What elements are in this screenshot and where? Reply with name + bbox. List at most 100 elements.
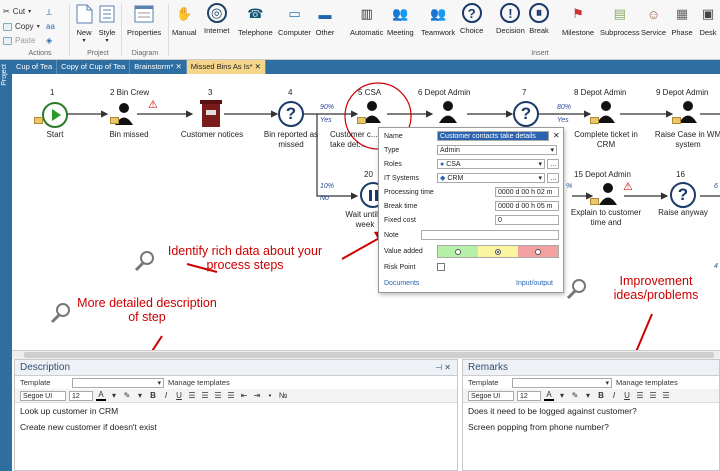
chevron-down-icon[interactable]: ▾: [583, 391, 593, 400]
insert-manual-button[interactable]: ✋ Manual: [172, 3, 197, 37]
diagram-canvas[interactable]: 1 Start 2 Bin Crew ⚠ Bin missed 3 Custom…: [12, 74, 720, 350]
start-node[interactable]: [42, 102, 68, 128]
tab-cup-of-tea[interactable]: Cup of Tea: [12, 60, 58, 74]
insert-desk-button[interactable]: ▣ Desk: [697, 3, 719, 37]
justify-icon[interactable]: ☰: [226, 391, 236, 400]
remarks-font-select[interactable]: Segoe UI: [468, 390, 514, 401]
remarks-manage-templates-link[interactable]: Manage templates: [616, 376, 678, 389]
align-left-icon[interactable]: ☰: [635, 391, 645, 400]
tab-missed-bins[interactable]: Missed Bins As Is* ✕: [186, 60, 266, 74]
description-font-select[interactable]: Segoe UI: [20, 390, 66, 401]
close-icon[interactable]: ✕: [255, 62, 261, 71]
insert-other-button[interactable]: ▬ Other: [314, 3, 336, 38]
insert-automatic-button[interactable]: ▥ Automatic: [350, 3, 383, 37]
description-line[interactable]: Look up customer in CRM: [15, 403, 457, 419]
description-size-select[interactable]: 12: [69, 390, 93, 401]
risk-point-checkbox[interactable]: [437, 263, 445, 271]
roles-select[interactable]: ● CSA ▾: [437, 159, 545, 169]
indent-decrease-icon[interactable]: ⇤: [239, 391, 249, 400]
value-added-yellow[interactable]: [478, 246, 518, 257]
insert-phase-button[interactable]: ▦ Phase: [671, 3, 693, 37]
bold-icon[interactable]: B: [596, 391, 606, 400]
close-icon[interactable]: ✕: [176, 62, 182, 71]
paste-button[interactable]: Paste: [3, 36, 35, 45]
customer-node[interactable]: [198, 98, 224, 128]
insert-service-button[interactable]: ☺ Service: [641, 3, 666, 38]
new-button[interactable]: New ▾: [73, 3, 95, 44]
insert-choice-button[interactable]: ? Choice: [460, 3, 483, 35]
remarks-line[interactable]: Screen popping from phone number?: [463, 419, 719, 435]
cut-button[interactable]: ✂ Cut ▾: [3, 7, 31, 16]
align-center-icon[interactable]: ☰: [648, 391, 658, 400]
insert-decision-button[interactable]: ! Decision: [496, 3, 525, 35]
insert-break-button[interactable]: ⏸ Break: [529, 3, 549, 35]
depot-admin-node-6[interactable]: [436, 100, 460, 124]
clear-format-button[interactable]: ◈: [46, 36, 52, 45]
remarks-line[interactable]: Does it need to be logged against custom…: [463, 403, 719, 419]
italic-icon[interactable]: I: [161, 391, 171, 400]
style-button[interactable]: Style ▾: [96, 3, 118, 44]
choice-node-7[interactable]: ?: [513, 101, 539, 127]
format-painter-button[interactable]: ⟂: [46, 7, 52, 18]
documents-link[interactable]: Documents: [384, 280, 419, 287]
bin-reported-node[interactable]: ?: [278, 101, 304, 127]
remarks-size-select[interactable]: 12: [517, 390, 541, 401]
tab-brainstorm[interactable]: Brainstorm* ✕: [130, 60, 187, 74]
close-icon[interactable]: ✕: [553, 131, 560, 140]
align-center-icon[interactable]: ☰: [200, 391, 210, 400]
depot-admin-node-15[interactable]: [596, 182, 620, 206]
name-field[interactable]: Customer contacts take details: [437, 131, 549, 141]
highlight-icon[interactable]: ✎: [570, 391, 580, 400]
highlight-icon[interactable]: ✎: [122, 391, 132, 400]
underline-icon[interactable]: U: [622, 391, 632, 400]
note-field[interactable]: [421, 230, 559, 240]
scrollbar-thumb[interactable]: [24, 352, 714, 358]
project-sidebar[interactable]: Project: [0, 60, 12, 471]
insert-telephone-button[interactable]: ☎ Telephone: [238, 3, 273, 37]
align-left-icon[interactable]: ☰: [187, 391, 197, 400]
bold-icon[interactable]: B: [148, 391, 158, 400]
horizontal-scrollbar[interactable]: [12, 350, 720, 359]
bullet-list-icon[interactable]: •: [265, 391, 275, 400]
it-systems-more-button[interactable]: …: [547, 173, 559, 183]
value-added-red[interactable]: [518, 246, 558, 257]
tab-copy-of-cup-of-tea[interactable]: Copy of Cup of Tea: [57, 60, 131, 74]
fixed-cost-field[interactable]: 0: [495, 215, 559, 225]
chevron-down-icon[interactable]: ▾: [135, 391, 145, 400]
insert-milestone-button[interactable]: ⚑ Milestone: [562, 3, 594, 37]
properties-button[interactable]: Properties: [127, 3, 161, 37]
font-color-icon[interactable]: A: [96, 390, 106, 401]
chevron-down-icon[interactable]: ▾: [109, 391, 119, 400]
underline-icon[interactable]: U: [174, 391, 184, 400]
align-right-icon[interactable]: ☰: [661, 391, 671, 400]
type-select[interactable]: Admin ▾: [437, 145, 557, 155]
aa-button[interactable]: aa: [46, 22, 55, 31]
input-output-link[interactable]: Input/output: [516, 280, 553, 287]
roles-more-button[interactable]: …: [547, 159, 559, 169]
indent-increase-icon[interactable]: ⇥: [252, 391, 262, 400]
italic-icon[interactable]: I: [609, 391, 619, 400]
chevron-down-icon: ▾: [550, 147, 554, 154]
align-right-icon[interactable]: ☰: [213, 391, 223, 400]
copy-button[interactable]: Copy ▾: [3, 22, 40, 31]
insert-meeting-button[interactable]: 👥 Meeting: [387, 3, 414, 37]
description-header: Description ⊣ ✕: [15, 360, 457, 376]
chevron-down-icon: ▾: [36, 24, 40, 30]
processing-time-field[interactable]: 0000 d 00 h 02 m: [495, 187, 559, 197]
number-list-icon[interactable]: №: [278, 391, 288, 400]
break-time-field[interactable]: 0000 d 00 h 05 m: [495, 201, 559, 211]
font-color-icon[interactable]: A: [544, 390, 554, 401]
value-added-green[interactable]: [438, 246, 478, 257]
it-systems-select[interactable]: ◆ CRM ▾: [437, 173, 545, 183]
insert-subprocess-button[interactable]: ▤ Subprocess: [600, 3, 640, 37]
description-manage-templates-link[interactable]: Manage templates: [168, 376, 230, 389]
remarks-template-select[interactable]: ▾: [512, 377, 612, 388]
insert-internet-button[interactable]: ◎ Internet: [204, 3, 229, 35]
description-template-select[interactable]: ▾: [72, 377, 164, 388]
insert-computer-button[interactable]: ▭ Computer: [278, 3, 311, 37]
description-line[interactable]: Create new customer if doesn't exist: [15, 419, 457, 435]
pin-icon[interactable]: ⊣ ✕: [435, 360, 451, 376]
insert-teamwork-button[interactable]: 👥 Teamwork: [421, 3, 455, 37]
chevron-down-icon[interactable]: ▾: [557, 391, 567, 400]
choice-node-16[interactable]: ?: [670, 182, 696, 208]
